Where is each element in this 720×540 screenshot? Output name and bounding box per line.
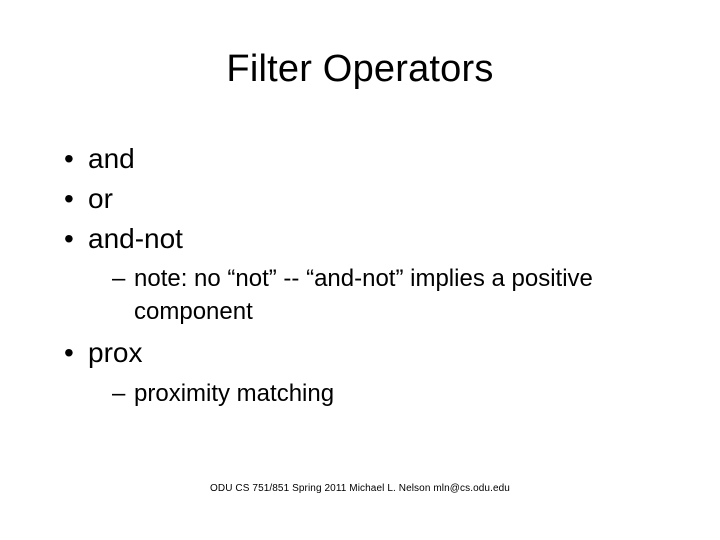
slide: Filter Operators and or and-not note: no… <box>0 0 720 540</box>
slide-content: and or and-not note: no “not” -- “and-no… <box>64 140 680 416</box>
bullet-and-not: and-not <box>64 220 680 258</box>
sub-bullet-and-not-note: note: no “not” -- “and-not” implies a po… <box>112 263 680 328</box>
sub-bullet-prox-note: proximity matching <box>112 378 680 410</box>
bullet-or: or <box>64 180 680 218</box>
slide-title: Filter Operators <box>0 48 720 91</box>
bullet-prox: prox <box>64 334 680 372</box>
bullet-and: and <box>64 140 680 178</box>
slide-footer: ODU CS 751/851 Spring 2011 Michael L. Ne… <box>0 483 720 494</box>
